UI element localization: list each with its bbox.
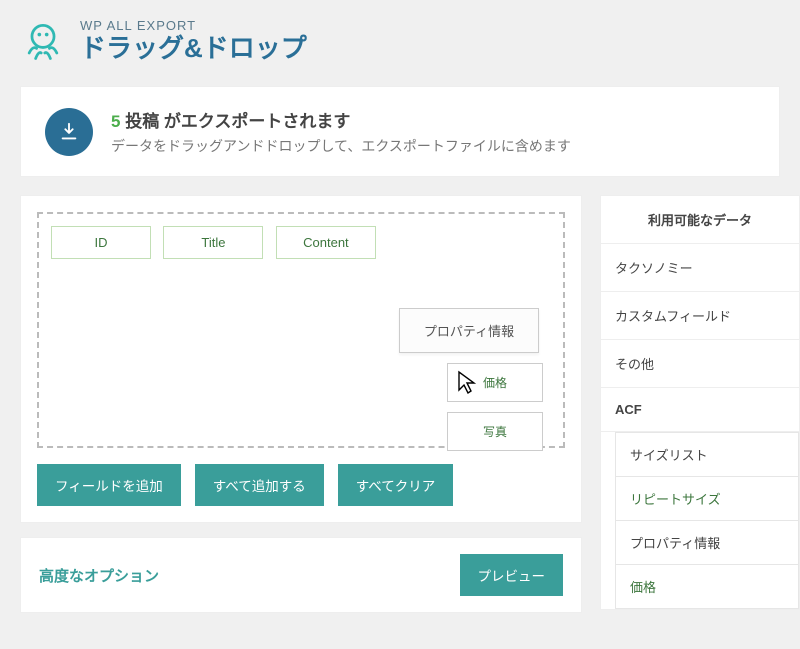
sidebar-sub-price[interactable]: 価格 xyxy=(615,564,799,609)
sidebar-item-taxonomy[interactable]: タクソノミー xyxy=(601,244,799,292)
advanced-options-panel[interactable]: 高度なオプション プレビュー xyxy=(20,537,582,613)
export-count-suffix: 投稿 がエクスポートされます xyxy=(125,112,350,131)
add-all-button[interactable]: すべて追加する xyxy=(195,464,324,506)
field-chip[interactable]: Content xyxy=(276,226,376,259)
brand-label: WP ALL EXPORT xyxy=(80,18,307,33)
builder-panel: ID Title Content プロパティ情報 価格 写真 フィールドを追加 … xyxy=(20,195,582,523)
page-title: ドラッグ&ドロップ xyxy=(80,33,307,64)
dragging-group[interactable]: プロパティ情報 価格 写真 xyxy=(399,308,543,451)
sidebar-item-custom-fields[interactable]: カスタムフィールド xyxy=(601,292,799,340)
sidebar-item-acf[interactable]: ACF xyxy=(601,388,799,432)
page-header: WP ALL EXPORT ドラッグ&ドロップ xyxy=(0,0,800,76)
field-chip[interactable]: ID xyxy=(51,226,151,259)
export-count: 5 xyxy=(111,112,120,131)
drag-child-item[interactable]: 価格 xyxy=(447,363,543,402)
preview-button[interactable]: プレビュー xyxy=(460,554,564,596)
drag-child-item[interactable]: 写真 xyxy=(447,412,543,451)
sidebar-sub-repeat-size[interactable]: リピートサイズ xyxy=(615,476,799,520)
field-chip[interactable]: Title xyxy=(163,226,263,259)
export-count-title: 5 投稿 がエクスポートされます xyxy=(111,107,571,132)
sidebar-item-other[interactable]: その他 xyxy=(601,340,799,388)
available-data-panel: 利用可能なデータ タクソノミー カスタムフィールド その他 ACF サイズリスト… xyxy=(600,195,800,610)
drop-zone[interactable]: ID Title Content プロパティ情報 価格 写真 xyxy=(37,212,565,448)
export-info-bar: 5 投稿 がエクスポートされます データをドラッグアンドドロップして、エクスポー… xyxy=(20,86,780,177)
logo-icon xyxy=(20,18,66,64)
add-field-button[interactable]: フィールドを追加 xyxy=(37,464,181,506)
sidebar-sub-property-info[interactable]: プロパティ情報 xyxy=(615,520,799,564)
download-icon xyxy=(45,108,93,156)
sidebar-sub-size-list[interactable]: サイズリスト xyxy=(615,432,799,476)
drag-parent-item[interactable]: プロパティ情報 xyxy=(399,308,539,353)
clear-all-button[interactable]: すべてクリア xyxy=(338,464,454,506)
available-data-header: 利用可能なデータ xyxy=(601,196,799,244)
advanced-options-title: 高度なオプション xyxy=(39,565,159,586)
export-subtitle: データをドラッグアンドドロップして、エクスポートファイルに含めます xyxy=(111,136,571,156)
